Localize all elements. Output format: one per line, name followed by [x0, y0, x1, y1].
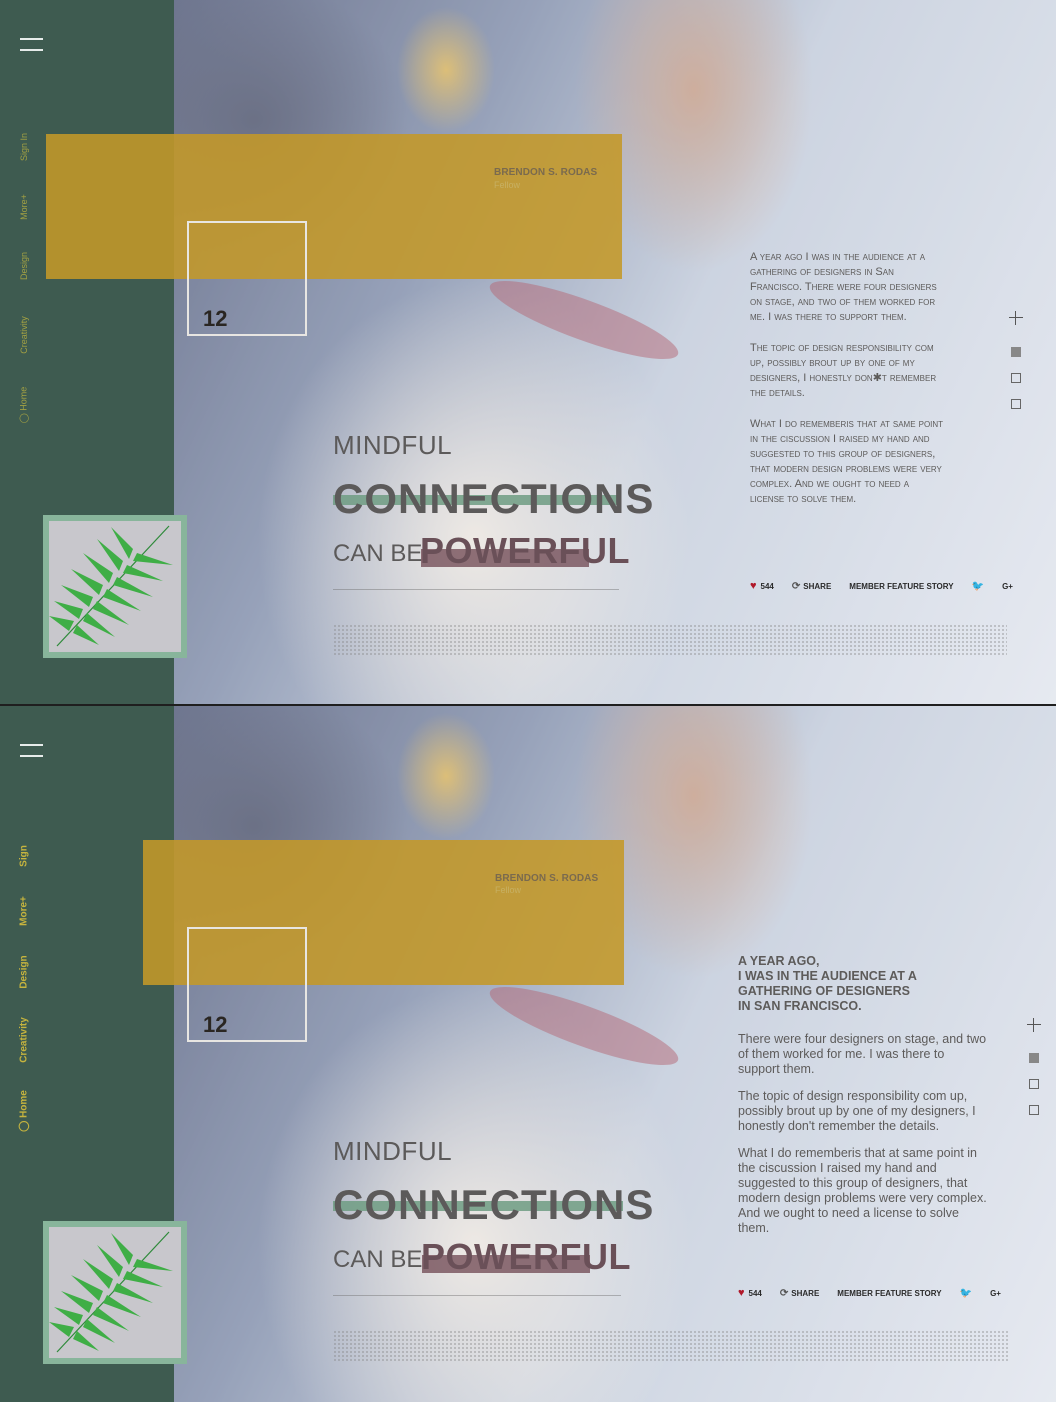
dot-pattern [333, 624, 1007, 656]
photo-detail [483, 973, 685, 1079]
twitter-icon[interactable]: 🐦 [960, 1288, 972, 1299]
author-role: Fellow [495, 885, 522, 895]
action-bar: ♥ 544 ⟳ SHARE MEMBER FEATURE STORY 🐦 G+ [750, 580, 1031, 592]
feature-banner [46, 134, 622, 279]
slide-indicator[interactable] [1029, 1105, 1039, 1115]
plant-thumbnail[interactable] [43, 1221, 187, 1364]
slide-indicator-active[interactable] [1011, 347, 1021, 357]
headline-emphasis: POWERFUL [420, 530, 630, 571]
add-icon[interactable] [1027, 1018, 1041, 1032]
sidebar-item-sign[interactable]: Sign [19, 845, 30, 867]
menu-icon[interactable] [20, 744, 43, 758]
google-plus-icon[interactable]: G+ [990, 1289, 1001, 1298]
sidebar-item-creativity[interactable]: Creativity [19, 1017, 30, 1063]
slide-indicator[interactable] [1011, 373, 1021, 383]
headline-line-2: CONNECTIONS [333, 1181, 655, 1228]
menu-icon[interactable] [20, 38, 43, 52]
story-paragraph: There were four designers on stage, and … [738, 1032, 987, 1076]
story-paragraph: What I do rememberis that at same point … [738, 1146, 987, 1235]
plant-thumbnail[interactable] [43, 515, 187, 658]
counter-frame: 12 [187, 221, 307, 336]
counter-frame: 12 [187, 927, 307, 1042]
sidebar-item-sign-in[interactable]: Sign In [19, 133, 29, 161]
sidebar-item-more[interactable]: More+ [19, 194, 29, 220]
sidebar-item-design[interactable]: Design [19, 252, 29, 280]
dot-pattern [333, 1330, 1009, 1362]
like-button[interactable]: ♥ 544 [738, 1287, 762, 1299]
counter-number: 12 [203, 1012, 228, 1037]
share-button[interactable]: ⟳ SHARE [792, 581, 831, 592]
like-button[interactable]: ♥ 544 [750, 580, 774, 592]
headline-line-1: MINDFUL [333, 1136, 453, 1166]
story-paragraph: The topic of design responsibility com u… [750, 342, 937, 399]
headline-line-2: CONNECTIONS [333, 475, 655, 522]
headline-line-1: MINDFUL [333, 430, 453, 460]
author-name[interactable]: BRENDON S. RODAS [495, 873, 598, 884]
action-bar: ♥ 544 ⟳ SHARE MEMBER FEATURE STORY 🐦 G+ [738, 1287, 1019, 1299]
heart-icon: ♥ [738, 1287, 745, 1299]
sidebar-item-more[interactable]: More+ [19, 896, 30, 926]
author-name[interactable]: BRENDON S. RODAS [494, 167, 597, 178]
panel-version-1: Sign In More+ Design Creativity ◯ Home B… [0, 0, 1056, 704]
counter-number: 12 [203, 306, 228, 331]
story-lead: A YEAR AGO, I WAS IN THE AUDIENCE AT A G… [738, 954, 917, 1013]
story-paragraph: What I do rememberis that at same point … [750, 418, 944, 505]
share-icon: ⟳ [791, 580, 801, 592]
sidebar-item-design[interactable]: Design [19, 955, 30, 988]
share-icon: ⟳ [779, 1287, 789, 1299]
story-paragraph: A year ago I was in the audience at a ga… [750, 251, 937, 323]
divider-line [333, 589, 619, 590]
slide-indicator-active[interactable] [1029, 1053, 1039, 1063]
panel-version-2: Sign More+ Design Creativity ◯ Home BREN… [0, 706, 1056, 1402]
slide-indicator[interactable] [1011, 399, 1021, 409]
member-story-link[interactable]: MEMBER FEATURE STORY [849, 582, 953, 591]
slide-indicator[interactable] [1029, 1079, 1039, 1089]
sidebar-item-home[interactable]: ◯ Home [19, 1090, 30, 1132]
add-icon[interactable] [1009, 311, 1023, 325]
story-text: A year ago I was in the audience at a ga… [750, 250, 945, 523]
headline-line-3: CAN BE [333, 540, 423, 567]
headline-emphasis: POWERFUL [421, 1236, 631, 1277]
heart-icon: ♥ [750, 580, 757, 592]
sidebar-item-home[interactable]: ◯ Home [19, 387, 30, 424]
photo-detail [483, 267, 685, 373]
share-button[interactable]: ⟳ SHARE [780, 1288, 819, 1299]
google-plus-icon[interactable]: G+ [1002, 582, 1013, 591]
story-paragraph: The topic of design responsibility com u… [738, 1089, 976, 1133]
member-story-link[interactable]: MEMBER FEATURE STORY [837, 1289, 941, 1298]
headline-line-3: CAN BE [333, 1246, 423, 1273]
story-text: A YEAR AGO, I WAS IN THE AUDIENCE AT A G… [738, 954, 988, 1252]
divider-line [333, 1295, 621, 1296]
author-role: Fellow [494, 180, 521, 190]
twitter-icon[interactable]: 🐦 [972, 581, 984, 592]
sidebar-item-creativity[interactable]: Creativity [19, 316, 29, 354]
